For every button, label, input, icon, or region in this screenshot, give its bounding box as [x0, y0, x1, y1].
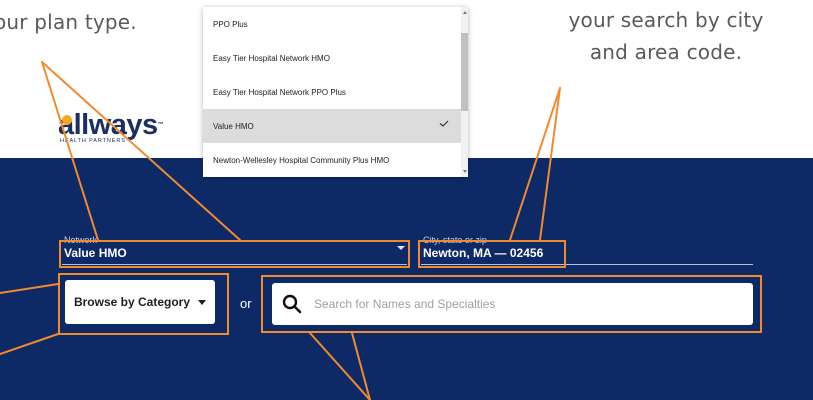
dropdown-option[interactable]: Easy Tier Hospital Network PPO Plus: [203, 75, 461, 109]
or-separator: or: [240, 296, 252, 311]
logo-trademark: ™: [157, 122, 164, 128]
callout-location-line1: your search by city: [568, 8, 764, 32]
dropdown-scrollbar[interactable]: [461, 7, 468, 177]
logo[interactable]: allways™ HEALTH PARTNERS: [58, 109, 164, 144]
callout-plan-type: our plan type.: [0, 10, 137, 34]
search-input[interactable]: [314, 283, 734, 325]
callout-location: your search by city and area code.: [536, 4, 796, 68]
dropdown-option-label: Easy Tier Hospital Network HMO: [213, 53, 330, 63]
logo-wordmark: allways™: [58, 109, 164, 141]
dropdown-option[interactable]: PPO Plus: [203, 7, 461, 41]
network-dropdown-list[interactable]: PPO Plus Easy Tier Hospital Network HMO …: [203, 7, 468, 177]
dropdown-option-label: Value HMO: [213, 121, 254, 131]
caret-down-icon: [198, 299, 207, 305]
network-select[interactable]: Value HMO: [64, 246, 127, 260]
dropdown-option-label: PPO Plus: [213, 19, 248, 29]
dropdown-option[interactable]: Easy Tier Hospital Network HMO: [203, 41, 461, 75]
search-banner: [0, 158, 813, 400]
dropdown-option[interactable]: Newton-Wellesley Hospital Community Plus…: [203, 143, 461, 177]
browse-button-label: Browse by Category: [73, 295, 191, 309]
callout-location-line2: and area code.: [589, 40, 743, 64]
logo-accent-dot: [62, 115, 72, 125]
scroll-up-arrow-icon[interactable]: [463, 11, 467, 14]
search-box[interactable]: [272, 283, 753, 325]
browse-by-category-button[interactable]: Browse by Category: [65, 280, 215, 324]
location-underline: [421, 264, 753, 265]
search-icon: [282, 294, 302, 314]
checkmark-icon: [439, 120, 449, 127]
network-chevron-down-icon[interactable]: [397, 246, 405, 250]
network-underline: [62, 264, 407, 265]
location-input[interactable]: Newton, MA — 02456: [423, 246, 543, 260]
network-label: Network: [64, 235, 98, 245]
dropdown-option-selected[interactable]: Value HMO: [203, 109, 461, 143]
location-label: City, state or zip: [423, 235, 487, 245]
dropdown-scrollbar-thumb[interactable]: [461, 33, 468, 111]
logo-name: allways: [58, 109, 158, 141]
dropdown-option-label: Newton-Wellesley Hospital Community Plus…: [213, 155, 390, 165]
dropdown-option-label: Easy Tier Hospital Network PPO Plus: [213, 87, 346, 97]
scroll-down-arrow-icon[interactable]: [463, 170, 467, 173]
